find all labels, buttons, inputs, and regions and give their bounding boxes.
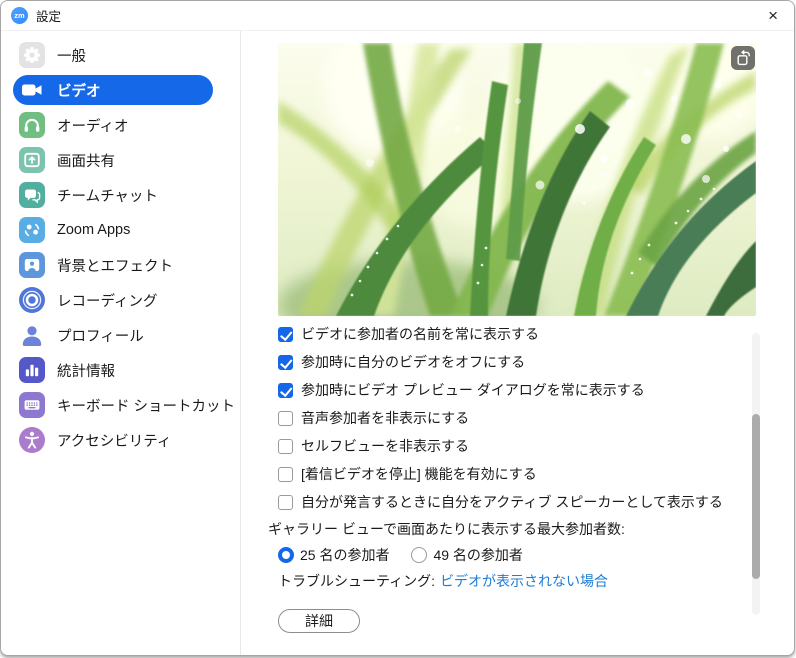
- sidebar-item-zoom-apps[interactable]: Zoom Apps: [13, 215, 213, 245]
- checkbox-label: 音声参加者を非表示にする: [301, 408, 469, 428]
- checkbox[interactable]: [278, 355, 293, 370]
- radio-25-participants[interactable]: [278, 547, 294, 563]
- sidebar-item-keyboard-shortcuts[interactable]: キーボード ショートカット: [13, 390, 213, 420]
- video-camera-icon: [19, 77, 45, 103]
- checkbox-row[interactable]: 自分が発言するときに自分をアクティブ スピーカーとして表示する: [278, 488, 723, 516]
- advanced-button[interactable]: 詳細: [278, 609, 360, 633]
- sidebar: 一般 ビデオ オーディオ 画面共有: [1, 31, 241, 655]
- scrollbar-track: [752, 333, 760, 615]
- checkbox-label: 自分が発言するときに自分をアクティブ スピーカーとして表示する: [301, 492, 723, 512]
- checkbox-row[interactable]: 参加時に自分のビデオをオフにする: [278, 348, 723, 376]
- record-icon: [19, 287, 45, 313]
- sidebar-item-label: 一般: [57, 45, 86, 66]
- zoom-logo-icon: zm: [11, 7, 28, 24]
- video-settings-panel: ビデオに参加者の名前を常に表示する 参加時に自分のビデオをオフにする 参加時にビ…: [242, 31, 794, 655]
- radio-49-participants[interactable]: [411, 547, 427, 563]
- window-title: 設定: [36, 6, 61, 25]
- apps-icon: [19, 217, 45, 243]
- checkbox[interactable]: [278, 327, 293, 342]
- titlebar: zm 設定 ×: [1, 1, 794, 31]
- sidebar-item-label: 背景とエフェクト: [57, 255, 173, 276]
- sidebar-item-accessibility[interactable]: アクセシビリティ: [13, 425, 213, 455]
- checkbox-label: [着信ビデオを停止] 機能を有効にする: [301, 464, 537, 484]
- sidebar-item-background-effects[interactable]: 背景とエフェクト: [13, 250, 213, 280]
- checkbox[interactable]: [278, 411, 293, 426]
- sidebar-item-label: レコーディング: [57, 290, 157, 311]
- sidebar-item-label: Zoom Apps: [57, 222, 130, 238]
- chat-bubbles-icon: [19, 182, 45, 208]
- settings-window: zm 設定 × 一般 ビデオ: [0, 0, 795, 656]
- sidebar-item-general[interactable]: 一般: [13, 40, 213, 70]
- checkbox-label: 参加時にビデオ プレビュー ダイアログを常に表示する: [301, 380, 645, 400]
- sidebar-item-team-chat[interactable]: チームチャット: [13, 180, 213, 210]
- checkbox-row[interactable]: セルフビューを非表示する: [278, 432, 723, 460]
- close-icon[interactable]: ×: [768, 4, 778, 28]
- sidebar-item-recording[interactable]: レコーディング: [13, 285, 213, 315]
- troubleshooting-label: トラブルシューティング:: [278, 571, 435, 591]
- gallery-radio-group: 25 名の参加者 49 名の参加者: [278, 541, 723, 569]
- sidebar-item-label: ビデオ: [57, 80, 101, 101]
- gallery-max-participants-label: ギャラリー ビューで画面あたりに表示する最大参加者数:: [268, 516, 723, 541]
- sidebar-item-label: チームチャット: [57, 185, 158, 206]
- checkbox[interactable]: [278, 467, 293, 482]
- gear-icon: [19, 42, 45, 68]
- headset-icon: [19, 112, 45, 138]
- checkbox-label: 参加時に自分のビデオをオフにする: [301, 352, 525, 372]
- sidebar-item-label: 統計情報: [57, 360, 115, 381]
- sidebar-item-audio[interactable]: オーディオ: [13, 110, 213, 140]
- sidebar-item-label: キーボード ショートカット: [57, 395, 235, 416]
- sidebar-item-label: アクセシビリティ: [57, 430, 171, 451]
- checkbox[interactable]: [278, 383, 293, 398]
- checkbox[interactable]: [278, 439, 293, 454]
- profile-person-icon: [19, 322, 45, 348]
- checkbox-row[interactable]: [着信ビデオを停止] 機能を有効にする: [278, 460, 723, 488]
- troubleshooting-row: トラブルシューティング: ビデオが表示されない場合: [278, 569, 723, 593]
- rotate-camera-button[interactable]: [731, 46, 755, 70]
- screen-share-icon: [19, 147, 45, 173]
- checkbox-label: セルフビューを非表示する: [301, 436, 469, 456]
- checkbox-label: ビデオに参加者の名前を常に表示する: [301, 324, 539, 344]
- keyboard-icon: [19, 392, 45, 418]
- checkbox-row[interactable]: 参加時にビデオ プレビュー ダイアログを常に表示する: [278, 376, 723, 404]
- sidebar-item-label: プロフィール: [57, 325, 144, 346]
- rotate-icon: [734, 49, 752, 67]
- sidebar-item-label: 画面共有: [57, 150, 115, 171]
- accessibility-icon: [19, 427, 45, 453]
- camera-preview-image: [278, 43, 756, 316]
- checkbox-row[interactable]: ビデオに参加者の名前を常に表示する: [278, 320, 723, 348]
- bar-chart-icon: [19, 357, 45, 383]
- checkbox-row[interactable]: 音声参加者を非表示にする: [278, 404, 723, 432]
- checkbox[interactable]: [278, 495, 293, 510]
- camera-preview: [278, 43, 756, 316]
- sidebar-item-profile[interactable]: プロフィール: [13, 320, 213, 350]
- video-not-showing-link[interactable]: ビデオが表示されない場合: [440, 571, 608, 591]
- radio-label: 25 名の参加者: [300, 545, 389, 565]
- sidebar-item-video[interactable]: ビデオ: [13, 75, 213, 105]
- background-person-icon: [19, 252, 45, 278]
- sidebar-item-statistics[interactable]: 統計情報: [13, 355, 213, 385]
- sidebar-item-label: オーディオ: [57, 115, 129, 136]
- scrollbar-thumb[interactable]: [752, 414, 760, 579]
- radio-label: 49 名の参加者: [433, 545, 522, 565]
- sidebar-item-screen-share[interactable]: 画面共有: [13, 145, 213, 175]
- video-options: ビデオに参加者の名前を常に表示する 参加時に自分のビデオをオフにする 参加時にビ…: [278, 320, 723, 593]
